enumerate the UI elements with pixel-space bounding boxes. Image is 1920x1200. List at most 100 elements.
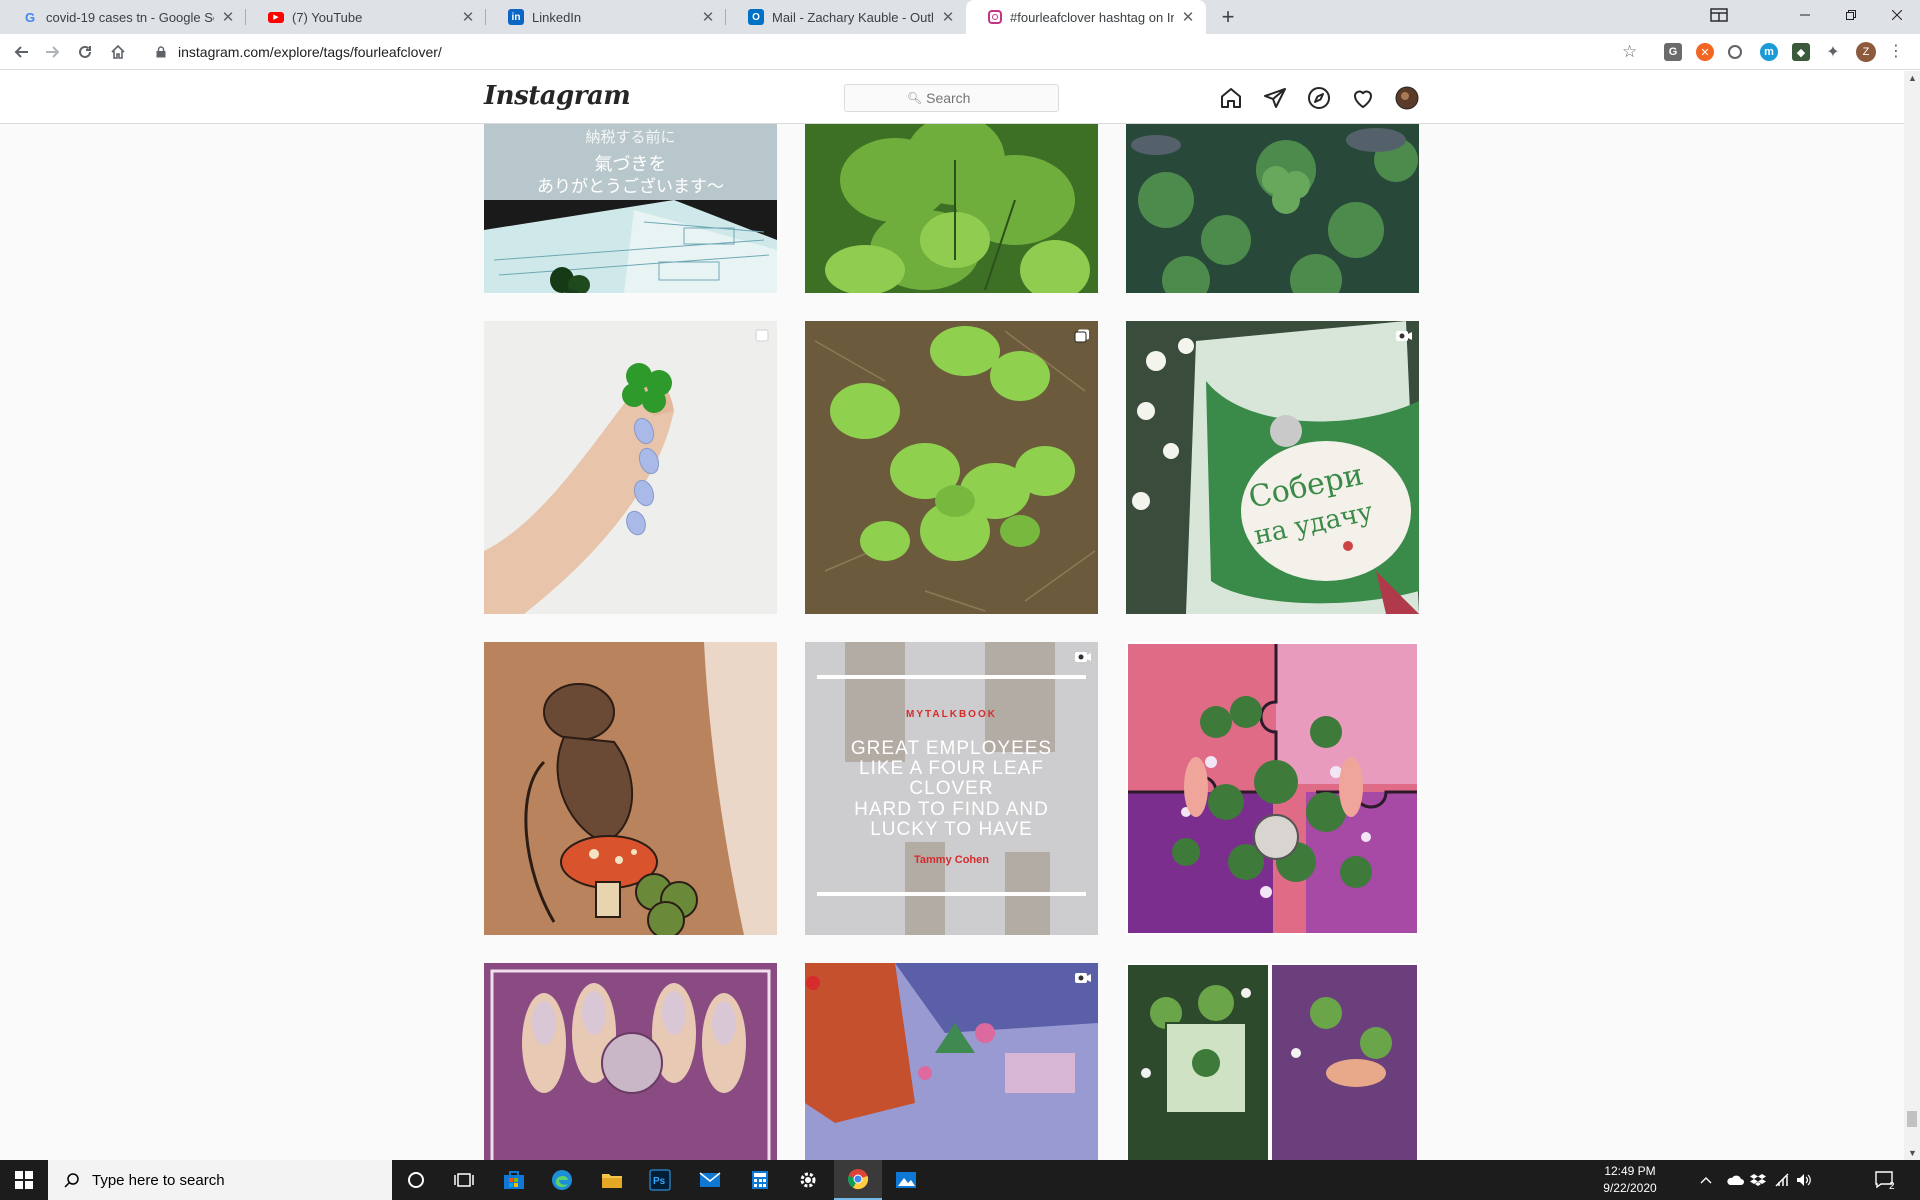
browser-tab-strip: G covid-19 cases tn - Google Search ✕ ▶ … bbox=[0, 0, 1920, 34]
show-hidden-icons-icon[interactable] bbox=[1700, 1160, 1712, 1200]
post-image-nails-frame bbox=[484, 963, 777, 1160]
calculator-icon[interactable] bbox=[736, 1160, 784, 1200]
close-icon[interactable]: ✕ bbox=[220, 8, 236, 26]
extensions-puzzle-icon[interactable]: ✦ bbox=[1824, 43, 1842, 61]
activity-heart-icon[interactable] bbox=[1350, 85, 1376, 111]
reload-icon bbox=[79, 45, 91, 58]
minimize-button[interactable] bbox=[1782, 0, 1828, 30]
home-icon bbox=[111, 44, 125, 59]
post-overlay-text: GREAT EMPLOYEES LIKE A FOUR LEAF CLOVER bbox=[850, 738, 1053, 799]
tab-linkedin[interactable]: in LinkedIn ✕ bbox=[486, 0, 726, 34]
windows-start-button[interactable] bbox=[0, 1160, 48, 1200]
home-icon[interactable] bbox=[1218, 85, 1244, 111]
tab-title: covid-19 cases tn - Google Search bbox=[46, 9, 214, 25]
instagram-icon bbox=[988, 10, 1002, 24]
scroll-thumb[interactable] bbox=[1907, 1111, 1917, 1127]
file-explorer-icon[interactable] bbox=[588, 1160, 636, 1200]
volume-icon[interactable] bbox=[1796, 1160, 1812, 1200]
lock-icon[interactable] bbox=[154, 45, 168, 59]
instagram-logo[interactable]: Instagram bbox=[484, 81, 631, 111]
menu-kebab-icon[interactable]: ⋮ bbox=[1888, 41, 1904, 61]
onedrive-cloud-icon[interactable] bbox=[1726, 1160, 1744, 1200]
microsoft-store-icon[interactable] bbox=[490, 1160, 538, 1200]
direct-message-icon[interactable] bbox=[1262, 85, 1288, 111]
reload-button[interactable] bbox=[71, 38, 99, 66]
post-image-clover-collage bbox=[1126, 963, 1419, 1160]
notification-count: 2 bbox=[1889, 1180, 1895, 1192]
explore-compass-icon[interactable] bbox=[1306, 85, 1332, 111]
bookmark-star-icon[interactable]: ☆ bbox=[1622, 42, 1637, 62]
clock-time: 12:49 PM bbox=[1604, 1164, 1656, 1178]
photos-app-icon[interactable] bbox=[882, 1160, 930, 1200]
linkedin-icon: in bbox=[508, 9, 524, 25]
new-tab-button[interactable]: + bbox=[1214, 3, 1242, 31]
post-tile[interactable] bbox=[484, 642, 777, 935]
instagram-header: Instagram 🔍︎ bbox=[0, 71, 1904, 124]
extension-blue-icon[interactable]: m bbox=[1760, 43, 1778, 61]
extension-photo-icon[interactable]: ◆ bbox=[1792, 43, 1810, 61]
close-icon[interactable]: ✕ bbox=[700, 8, 716, 26]
windows-logo-icon bbox=[15, 1171, 33, 1189]
post-image-mouse-tattoo bbox=[484, 642, 777, 935]
post-tile[interactable] bbox=[484, 321, 777, 614]
search-input[interactable] bbox=[926, 90, 997, 106]
close-icon[interactable]: ✕ bbox=[460, 8, 476, 26]
profile-avatar[interactable]: Z bbox=[1856, 42, 1876, 62]
post-tile[interactable] bbox=[1126, 642, 1419, 935]
address-bar[interactable]: instagram.com/explore/tags/fourleafclove… bbox=[140, 38, 1640, 66]
post-tile[interactable] bbox=[1126, 124, 1419, 293]
cortana-icon[interactable] bbox=[392, 1160, 440, 1200]
search-icon bbox=[64, 1173, 79, 1188]
home-button[interactable] bbox=[104, 38, 132, 66]
tab-google-search[interactable]: G covid-19 cases tn - Google Search ✕ bbox=[0, 0, 246, 34]
photoshop-icon[interactable]: Ps bbox=[636, 1160, 684, 1200]
post-tile[interactable] bbox=[805, 321, 1098, 614]
scroll-up-arrow-icon[interactable]: ▲ bbox=[1908, 73, 1917, 83]
tab-youtube[interactable]: ▶ (7) YouTube ✕ bbox=[246, 0, 486, 34]
extension-orange-icon[interactable]: ✕ bbox=[1696, 43, 1714, 61]
post-overlay-text: ありがとうございます〜 bbox=[537, 177, 724, 196]
close-icon[interactable]: ✕ bbox=[940, 8, 956, 26]
taskbar-search-box[interactable]: Type here to search bbox=[48, 1160, 392, 1200]
post-tile[interactable] bbox=[484, 963, 777, 1160]
edge-browser-icon[interactable] bbox=[538, 1160, 586, 1200]
post-overlay-text: HARD TO FIND AND LUCKY TO HAVE bbox=[854, 799, 1049, 840]
system-clock[interactable]: 12:49 PM 9/22/2020 bbox=[1590, 1163, 1670, 1197]
search-box[interactable]: 🔍︎ bbox=[844, 84, 1059, 112]
profile-avatar[interactable] bbox=[1394, 85, 1420, 111]
restore-button[interactable] bbox=[1828, 0, 1874, 30]
scroll-down-arrow-icon[interactable]: ▼ bbox=[1908, 1148, 1917, 1158]
post-tile[interactable]: Собери на удачу bbox=[1126, 321, 1419, 614]
post-tile[interactable] bbox=[805, 963, 1098, 1160]
notification-center-icon[interactable]: 2 bbox=[1874, 1160, 1902, 1200]
page-scrollbar[interactable]: ▲ ▼ bbox=[1904, 71, 1920, 1160]
close-icon[interactable]: ✕ bbox=[1180, 8, 1196, 26]
chrome-icon[interactable] bbox=[834, 1160, 882, 1200]
post-tile[interactable] bbox=[1126, 963, 1419, 1160]
post-tile[interactable]: MYTALKBOOK GREAT EMPLOYEES LIKE A FOUR L… bbox=[805, 642, 1098, 935]
back-button[interactable] bbox=[8, 38, 36, 66]
forward-button[interactable] bbox=[38, 38, 66, 66]
video-camera-icon bbox=[1074, 971, 1091, 985]
tab-outlook[interactable]: O Mail - Zachary Kauble - Outlook ✕ bbox=[726, 0, 966, 34]
mail-icon[interactable] bbox=[686, 1160, 734, 1200]
settings-gear-icon[interactable] bbox=[784, 1160, 832, 1200]
google-icon: G bbox=[24, 9, 36, 25]
tab-title: Mail - Zachary Kauble - Outlook bbox=[772, 9, 934, 25]
tab-search-icon[interactable] bbox=[1696, 0, 1742, 30]
browser-toolbar: instagram.com/explore/tags/fourleafclove… bbox=[0, 34, 1920, 70]
post-tile[interactable]: 納税する前に 氣づきを ありがとうございます〜 bbox=[484, 124, 777, 293]
url-text[interactable]: instagram.com/explore/tags/fourleafclove… bbox=[178, 44, 442, 60]
tab-instagram[interactable]: #fourleafclover hashtag on Instagram ✕ bbox=[966, 0, 1206, 34]
post-tile[interactable] bbox=[805, 124, 1098, 293]
extension-circle-icon[interactable] bbox=[1728, 45, 1742, 59]
extension-g-icon[interactable]: G bbox=[1664, 43, 1682, 61]
network-icon[interactable] bbox=[1774, 1160, 1790, 1200]
close-window-button[interactable] bbox=[1874, 0, 1920, 30]
task-view-icon[interactable] bbox=[440, 1160, 488, 1200]
post-image-clover-patch bbox=[1126, 124, 1419, 293]
post-overlay-text: MYTALKBOOK bbox=[906, 709, 997, 720]
back-arrow-icon bbox=[14, 46, 28, 58]
carousel-icon bbox=[753, 329, 769, 343]
dropbox-icon[interactable] bbox=[1750, 1160, 1766, 1200]
